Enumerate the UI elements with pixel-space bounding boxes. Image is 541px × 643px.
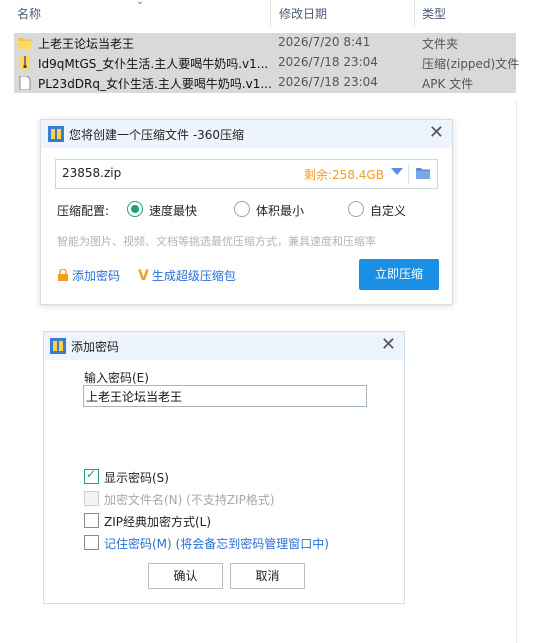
checkbox-label: 加密文件名(N) (不支持ZIP格式)	[104, 493, 275, 507]
compress-hint-text: 智能为图片、视频、文档等挑选最优压缩方式，兼具速度和压缩率	[57, 235, 376, 248]
360zip-logo-icon	[48, 126, 64, 142]
column-header-name[interactable]: 名称	[17, 5, 41, 22]
lock-icon	[58, 269, 68, 281]
dropdown-arrow-icon[interactable]	[391, 168, 403, 175]
file-row[interactable]: PL23dDRq_女仆生活.主人要喝牛奶吗.v1... 2026/7/18 23…	[14, 73, 516, 93]
ok-button[interactable]: 确认	[148, 563, 223, 589]
password-dialog-titlebar[interactable]: 添加密码 ✕	[44, 332, 404, 360]
radio-label: 体积最小	[256, 204, 305, 218]
checkbox-label: ZIP经典加密方式(L)	[104, 515, 212, 529]
zip-icon	[20, 56, 30, 70]
column-divider[interactable]	[270, 0, 271, 26]
add-password-label: 添加密码	[72, 269, 121, 283]
compress-now-button[interactable]: 立即压缩	[359, 259, 439, 290]
column-divider[interactable]	[414, 0, 415, 26]
file-row[interactable]: Id9qMtGS_女仆生活.主人要喝牛奶吗.v1... 2026/7/18 23…	[14, 53, 520, 73]
compress-dialog: 您将创建一个压缩文件 -360压缩 ✕ 23858.zip 剩余:258.4GB…	[40, 119, 453, 305]
360zip-logo-icon	[50, 338, 66, 354]
checkbox-label[interactable]: 记住密码(M) (将会备忘到密码管理窗口中)	[104, 535, 329, 552]
column-header-date[interactable]: 修改日期	[279, 5, 327, 22]
free-space-label: 剩余:258.4GB	[304, 168, 384, 182]
file-explorer-list: ⌄ 名称 修改日期 类型 上老王论坛当老王 2026/7/20 8:41 文件夹…	[0, 0, 541, 100]
column-header-bar: ⌄ 名称 修改日期 类型	[0, 0, 541, 26]
file-date: 2026/7/18 23:04	[278, 75, 378, 89]
radio-unselected-icon[interactable]	[234, 201, 250, 217]
radio-label: 速度最快	[149, 204, 198, 218]
password-dialog-title: 添加密码	[71, 340, 120, 354]
password-input-label: 输入密码(E)	[84, 371, 149, 385]
super-package-link[interactable]: V 生成超级压缩包	[138, 267, 236, 284]
explorer-edge-divider	[516, 100, 517, 643]
field-divider	[408, 164, 409, 184]
apk-file-icon	[19, 76, 31, 90]
password-input[interactable]	[83, 385, 367, 407]
super-package-label: 生成超级压缩包	[151, 269, 236, 283]
file-type: 压缩(zipped)文件	[422, 57, 520, 71]
close-icon[interactable]: ✕	[429, 122, 444, 143]
checkbox-disabled-icon	[84, 491, 99, 506]
file-name: 上老王论坛当老王	[38, 37, 135, 51]
radio-selected-icon[interactable]	[127, 201, 143, 217]
checkbox-unchecked-icon[interactable]	[84, 513, 99, 528]
add-password-link[interactable]: 添加密码	[57, 267, 120, 284]
compress-dialog-title: 您将创建一个压缩文件 -360压缩	[69, 128, 245, 142]
checkbox-unchecked-icon[interactable]	[84, 535, 99, 550]
folder-icon	[18, 38, 32, 49]
file-name: PL23dDRq_女仆生活.主人要喝牛奶吗.v1...	[38, 77, 272, 91]
column-header-type[interactable]: 类型	[422, 5, 446, 22]
file-date: 2026/7/18 23:04	[278, 55, 378, 69]
radio-label: 自定义	[370, 204, 407, 218]
output-path-field[interactable]: 23858.zip 剩余:258.4GB	[55, 159, 438, 189]
file-type: APK 文件	[422, 77, 474, 91]
add-password-dialog: 添加密码 ✕ 输入密码(E) 显示密码(S) 加密文件名(N) (不支持ZIP格…	[43, 331, 405, 604]
file-date: 2026/7/20 8:41	[278, 35, 371, 49]
file-row[interactable]: 上老王论坛当老王 2026/7/20 8:41 文件夹	[14, 33, 516, 53]
file-type: 文件夹	[422, 37, 459, 51]
sort-chevron-icon: ⌄	[136, 0, 145, 7]
output-filename[interactable]: 23858.zip	[62, 166, 121, 180]
checkbox-checked-icon[interactable]	[84, 467, 99, 484]
radio-unselected-icon[interactable]	[348, 201, 364, 217]
cancel-button[interactable]: 取消	[230, 563, 305, 589]
compress-config-label: 压缩配置:	[57, 204, 110, 218]
close-icon[interactable]: ✕	[381, 334, 396, 355]
browse-folder-icon[interactable]	[416, 166, 430, 180]
vip-v-icon: V	[138, 268, 149, 284]
file-name: Id9qMtGS_女仆生活.主人要喝牛奶吗.v1...	[38, 57, 269, 71]
compress-dialog-titlebar[interactable]: 您将创建一个压缩文件 -360压缩 ✕	[41, 120, 452, 148]
checkbox-label: 显示密码(S)	[104, 471, 169, 485]
